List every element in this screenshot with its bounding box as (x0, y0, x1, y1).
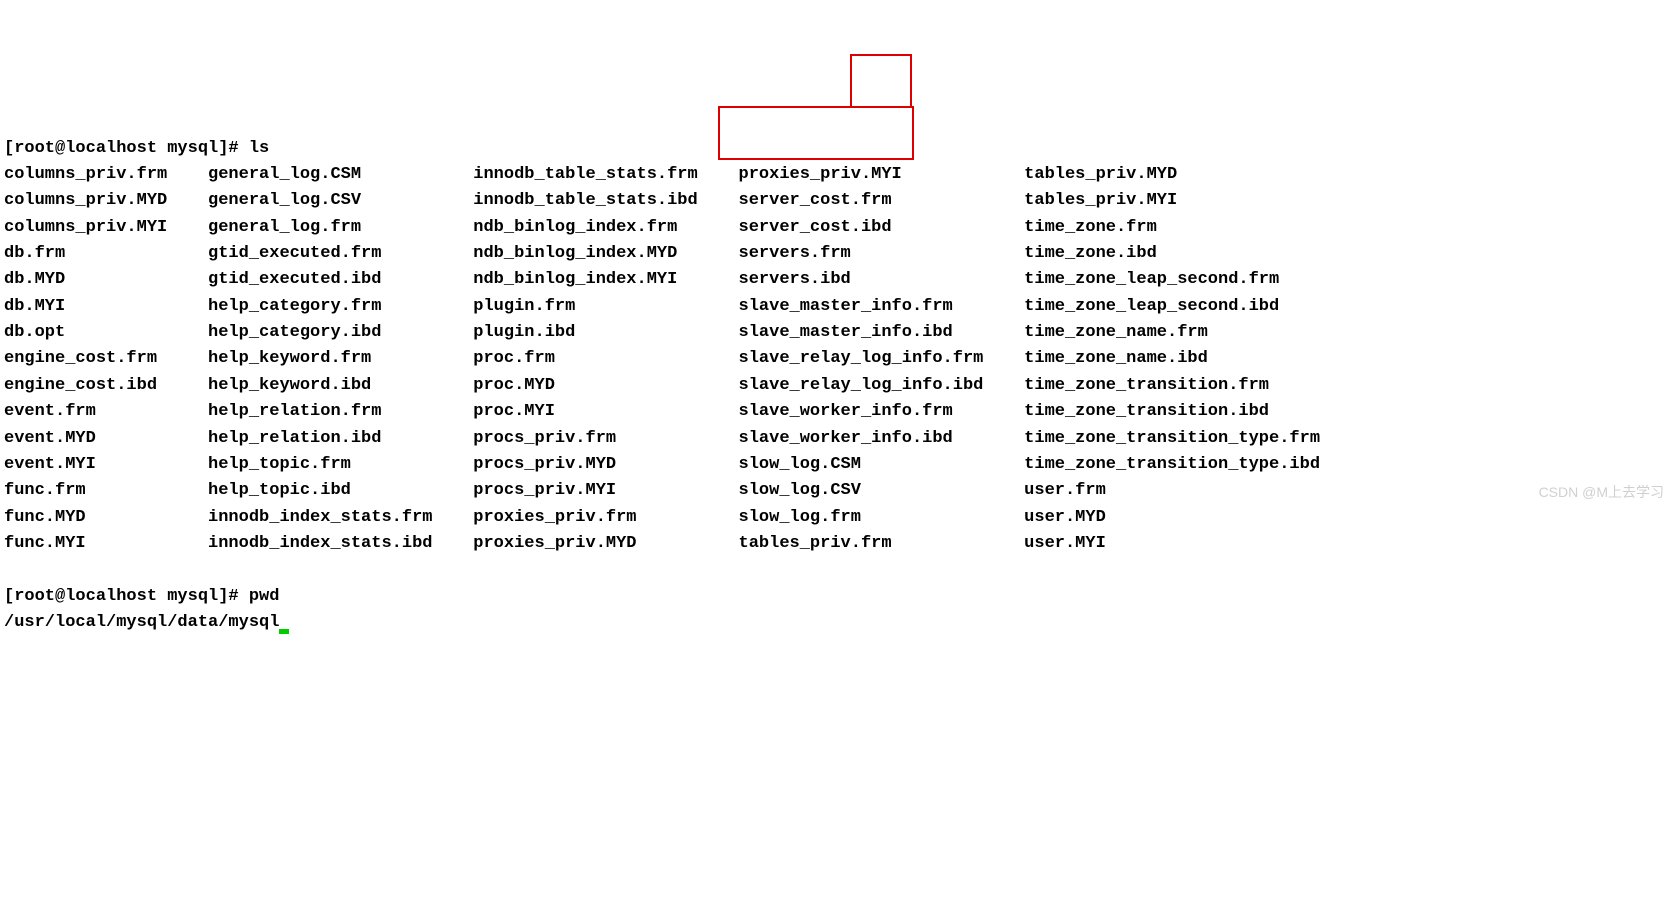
pwd-output: /usr/local/mysql/data/mysql (4, 613, 279, 632)
prompt-line-2: [root@localhost mysql]# pwd (4, 587, 279, 606)
terminal-output: [root@localhost mysql]# ls columns_priv.… (4, 109, 1670, 636)
highlight-annotation-1 (850, 54, 912, 108)
prompt-line-1: [root@localhost mysql]# ls (4, 139, 269, 158)
cursor-icon (279, 629, 289, 634)
watermark-text: CSDN @M上去学习 (1539, 482, 1664, 504)
ls-output: columns_priv.frm general_log.CSM innodb_… (4, 162, 1670, 557)
prompt-user-host: [root@localhost mysql]# (4, 587, 239, 606)
prompt-user-host: [root@localhost mysql]# (4, 139, 239, 158)
command-ls: ls (249, 139, 269, 158)
command-pwd: pwd (249, 587, 280, 606)
